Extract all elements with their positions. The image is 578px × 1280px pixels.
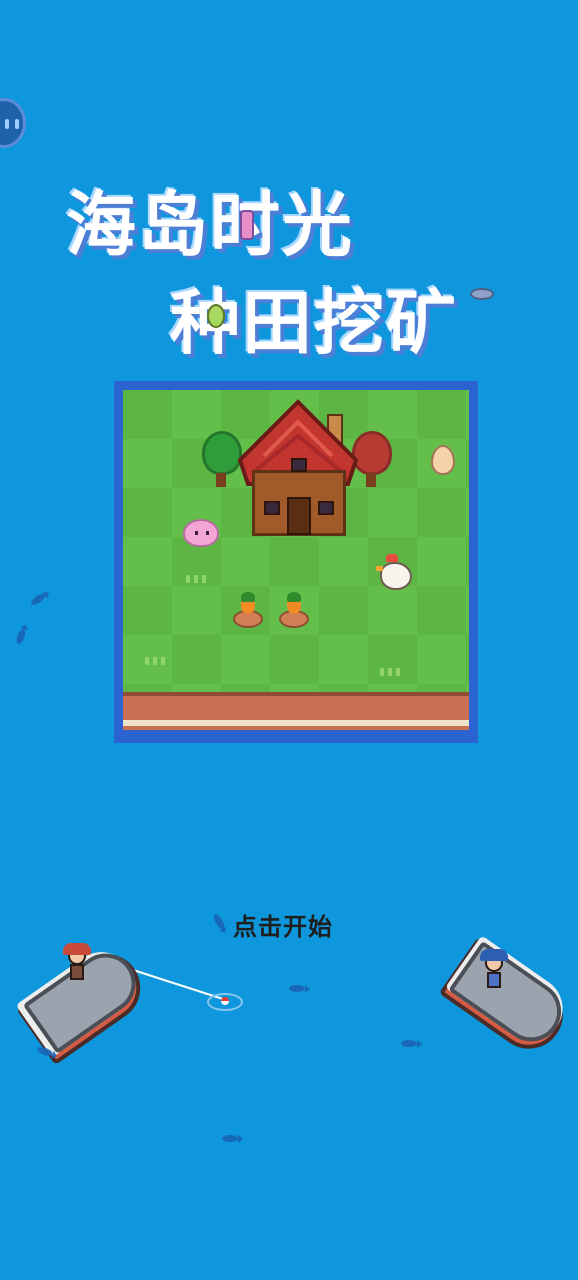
menu-face-eye-icon (5, 119, 9, 129)
cliff-sand-stripe (123, 720, 469, 726)
chicken-beak (376, 566, 383, 571)
fish-shadow-icon (401, 1040, 422, 1048)
title-line-1: 海岛时光 (66, 184, 354, 266)
fish-shadow-icon (211, 912, 227, 931)
red-hair-icon (63, 943, 91, 955)
house-door (287, 497, 311, 535)
island-cliff (123, 692, 469, 730)
blue-hair-fisher-body (487, 972, 501, 988)
fish-icon (470, 288, 494, 300)
seedling-icon (207, 304, 225, 328)
pig-icon (183, 519, 219, 547)
house-window (264, 501, 280, 515)
fish-shadow-icon (222, 1135, 243, 1143)
blue-hair-icon (480, 949, 508, 961)
chicken-icon (380, 562, 412, 590)
bobber-icon (221, 997, 229, 1005)
fish-shadow-icon (289, 985, 310, 993)
carrot-leaf (241, 592, 255, 602)
house-window (318, 501, 334, 515)
pig-eye (206, 531, 209, 535)
tap-to-start-label[interactable]: 点击开始 (233, 907, 333, 942)
grass-tuft-icon (145, 657, 167, 665)
grass-tuft-icon (380, 668, 402, 676)
fish-shadow-icon (29, 592, 47, 607)
tree-trunk (216, 473, 226, 487)
menu-face-eye-icon (15, 119, 19, 129)
pig-eye (195, 531, 198, 535)
menu-button[interactable] (0, 98, 26, 148)
grass-tuft-icon (186, 575, 208, 583)
fish-shadow-icon (14, 627, 28, 646)
tree-trunk (366, 473, 376, 487)
carrot-leaf (287, 592, 301, 602)
house-upper-window (291, 458, 307, 472)
red-hair-fisher-body (70, 964, 84, 980)
egg-icon (431, 445, 455, 475)
chicken-comb (386, 554, 398, 562)
sprout-character-icon (240, 210, 254, 240)
